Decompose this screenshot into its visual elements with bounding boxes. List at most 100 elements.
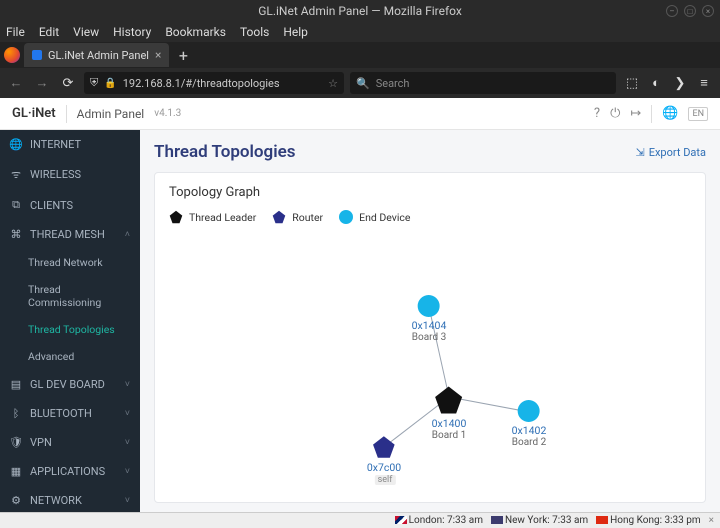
browser-tab[interactable]: GL.iNet Admin Panel × — [24, 43, 169, 67]
page-title: Thread Topologies — [154, 142, 296, 162]
legend-leader: Thread Leader — [169, 210, 256, 224]
legend-end-device: End Device — [339, 210, 410, 224]
sidebar-item-vpn[interactable]: 🛡VPN˅ — [0, 428, 140, 457]
language-badge[interactable]: EN — [688, 107, 708, 121]
tab-label: GL.iNet Admin Panel — [48, 49, 149, 62]
graph-node-0x1402[interactable]: 0x1402Board 2 — [512, 400, 547, 448]
sidebar-item-network[interactable]: ⚙NETWORK˅ — [0, 486, 140, 512]
desktop-statusbar: London: 7:33 am New York: 7:33 am Hong Kon… — [0, 512, 720, 528]
search-placeholder: Search — [376, 77, 410, 90]
sidebar-item-wireless[interactable]: ᯤWIRELESS — [0, 159, 140, 190]
sidebar-item-bluetooth[interactable]: ᛒBLUETOOTH˅ — [0, 399, 140, 428]
flag-icon — [395, 516, 407, 524]
hamburger-menu[interactable]: ≡ — [694, 73, 714, 93]
net-icon: ⚙ — [10, 494, 22, 507]
sidebar-item-gl-dev-board[interactable]: ▤GL DEV BOARD˅ — [0, 370, 140, 399]
legend-router: Router — [272, 210, 323, 224]
menu-file[interactable]: File — [6, 25, 25, 39]
sidebar-item-internet[interactable]: 🌐INTERNET — [0, 130, 140, 159]
mesh-icon: ⌘ — [10, 228, 22, 241]
self-badge: self — [375, 475, 396, 485]
main-content: Thread Topologies ⇲ Export Data Topology… — [140, 130, 720, 512]
tab-favicon — [32, 50, 42, 60]
new-tab-button[interactable]: + — [173, 45, 193, 65]
clock-us: New York: 7:33 am — [491, 515, 588, 526]
graph-node-0x7c00[interactable]: 0x7c00self — [367, 435, 401, 485]
tab-close[interactable]: × — [155, 48, 161, 62]
account-icon[interactable]: ◐ — [646, 73, 666, 93]
url-text: 192.168.8.1/#/threadtopologies — [123, 77, 280, 90]
devices-icon: ⧉ — [10, 198, 22, 212]
pentagon-icon — [434, 385, 464, 415]
menu-view[interactable]: View — [73, 25, 99, 39]
help-icon[interactable]: ? — [594, 106, 600, 121]
sidebar-sub-advanced[interactable]: Advanced — [0, 343, 140, 370]
window-titlebar: GL.iNet Admin Panel — Mozilla Firefox – … — [0, 0, 720, 22]
menu-history[interactable]: History — [113, 25, 151, 39]
chevron-icon: ˅ — [125, 437, 130, 448]
graph-node-0x1404[interactable]: 0x1404Board 3 — [412, 295, 447, 343]
menu-help[interactable]: Help — [283, 25, 308, 39]
sidebar-sub-thread-network[interactable]: Thread Network — [0, 249, 140, 276]
sidebar-item-thread-mesh[interactable]: ⌘THREAD MESH˄ — [0, 220, 140, 249]
shield-icon: 🛡 — [10, 436, 22, 449]
search-bar[interactable]: 🔍 Search — [350, 72, 616, 94]
chevron-icon: ˅ — [125, 408, 130, 419]
menu-tools[interactable]: Tools — [240, 25, 269, 39]
firefox-icon — [4, 47, 20, 63]
admin-panel-label: Admin Panel — [77, 107, 145, 121]
flag-icon — [596, 516, 608, 524]
clock-uk: London: 7:33 am — [395, 515, 483, 526]
flag-icon — [491, 516, 503, 524]
extensions-icon[interactable]: ❯ — [670, 73, 690, 93]
version-label: v4.1.3 — [154, 108, 181, 119]
chevron-icon: ˅ — [125, 466, 130, 477]
menu-bookmarks[interactable]: Bookmarks — [165, 25, 226, 39]
circle-icon — [418, 295, 440, 317]
board-icon: ▤ — [10, 378, 22, 391]
apps-icon: ▦ — [10, 465, 22, 478]
logout-icon[interactable]: ↦ — [630, 106, 641, 121]
export-data-button[interactable]: ⇲ Export Data — [636, 146, 707, 159]
topology-graph[interactable]: 0x1404Board 3 0x1400Board 1 0x1402Board 2 0… — [169, 230, 691, 490]
gl-logo: GL·iNet — [12, 106, 56, 121]
sidebar-sub-thread-topologies[interactable]: Thread Topologies — [0, 316, 140, 343]
browser-menubar: File Edit View History Bookmarks Tools Help — [0, 22, 720, 42]
window-maximize[interactable]: □ — [684, 5, 696, 17]
circle-icon — [518, 400, 540, 422]
window-minimize[interactable]: – — [666, 5, 678, 17]
window-title: GL.iNet Admin Panel — Mozilla Firefox — [258, 4, 462, 18]
graph-node-0x1400[interactable]: 0x1400Board 1 — [432, 385, 467, 441]
gl-header: GL·iNet Admin Panel v4.1.3 ? ⏻ ↦ 🌐 EN — [0, 98, 720, 130]
page-content: GL·iNet Admin Panel v4.1.3 ? ⏻ ↦ 🌐 EN 🌐I… — [0, 98, 720, 512]
globe-icon[interactable]: 🌐 — [662, 106, 678, 121]
nav-forward: → — [32, 73, 52, 93]
chevron-icon: ˄ — [125, 229, 130, 240]
bt-icon: ᛒ — [10, 407, 22, 420]
chevron-icon: ˅ — [125, 495, 130, 506]
statusbar-close[interactable]: × — [709, 515, 714, 526]
url-bar[interactable]: ⛨ 🔒 192.168.8.1/#/threadtopologies ☆ — [84, 72, 344, 94]
shield-icon: ⛨ — [90, 76, 98, 90]
clock-hk: Hong Kong: 3:33 pm — [596, 515, 701, 526]
pentagon-icon — [169, 210, 183, 224]
export-icon: ⇲ — [636, 146, 645, 159]
browser-tabbar: GL.iNet Admin Panel × + — [0, 42, 720, 68]
bookmark-star-icon[interactable]: ☆ — [328, 77, 338, 90]
graph-edges — [169, 230, 691, 490]
nav-back[interactable]: ← — [6, 73, 26, 93]
legend: Thread Leader Router End Device — [169, 210, 691, 224]
menu-edit[interactable]: Edit — [39, 25, 59, 39]
nav-reload[interactable]: ⟳ — [58, 73, 78, 93]
sidebar-sub-thread-commissioning[interactable]: Thread Commissioning — [0, 276, 140, 316]
sidebar-item-applications[interactable]: ▦APPLICATIONS˅ — [0, 457, 140, 486]
pentagon-icon — [272, 210, 286, 224]
globe-icon: 🌐 — [10, 138, 22, 151]
sidebar-item-clients[interactable]: ⧉CLIENTS — [0, 190, 140, 220]
chevron-icon: ˅ — [125, 379, 130, 390]
pocket-icon[interactable]: ⬚ — [622, 73, 642, 93]
window-close[interactable]: × — [702, 5, 714, 17]
divider — [651, 105, 652, 123]
sidebar: 🌐INTERNETᯤWIRELESS⧉CLIENTS⌘THREAD MESH˄T… — [0, 130, 140, 512]
power-icon[interactable]: ⏻ — [610, 106, 620, 121]
